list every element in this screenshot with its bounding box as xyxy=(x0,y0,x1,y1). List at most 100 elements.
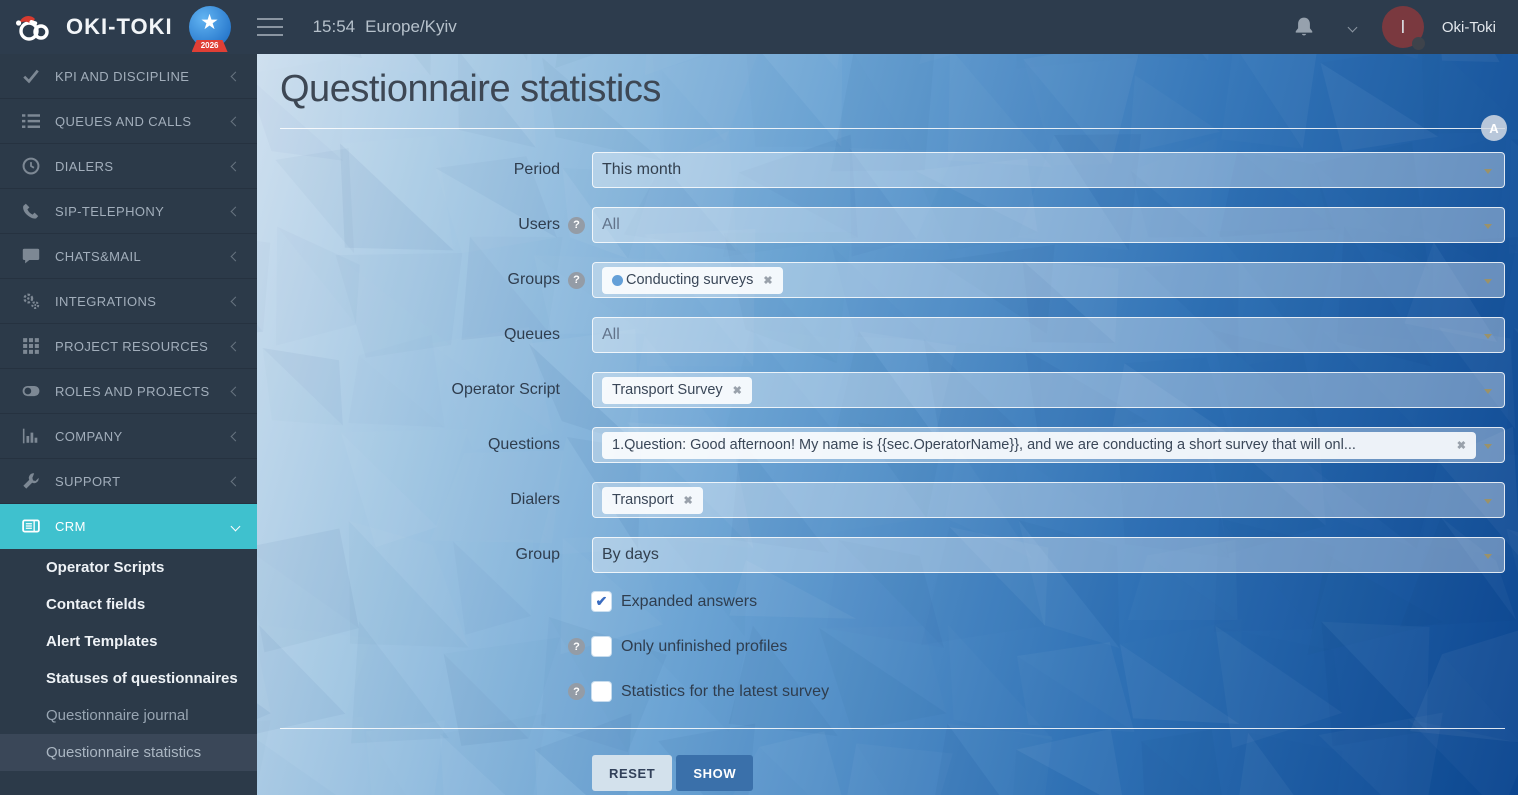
tag-chip[interactable]: Transport✖ xyxy=(602,487,703,514)
sidebar-item-label: INTEGRATIONS xyxy=(55,294,232,309)
sidebar-item-integrations[interactable]: INTEGRATIONS xyxy=(0,279,257,324)
anchor-badge[interactable]: A xyxy=(1481,115,1507,141)
dropdown-caret-icon xyxy=(1484,499,1492,504)
topbar-right: I Oki-Toki xyxy=(1293,6,1496,48)
period-field[interactable]: This month xyxy=(592,152,1505,188)
divider xyxy=(280,728,1505,729)
sidebar-item-label: QUEUES AND CALLS xyxy=(55,114,232,129)
dialers-field[interactable]: Transport✖ xyxy=(592,482,1505,518)
chevron-left-icon xyxy=(231,386,241,396)
sidebar-item-label: CRM xyxy=(55,519,232,534)
sidebar-subitem-contact-fields[interactable]: Contact fields xyxy=(0,586,257,623)
form-row-operator-script: Operator Script Transport Survey✖ xyxy=(280,372,1505,408)
users-field[interactable]: All xyxy=(592,207,1505,243)
sidebar-item-label: PROJECT RESOURCES xyxy=(55,339,232,354)
checkbox-label: Expanded answers xyxy=(621,593,757,611)
checkbox[interactable] xyxy=(592,637,611,656)
groups-field[interactable]: Conducting surveys✖ xyxy=(592,262,1505,298)
sidebar-item-dialers[interactable]: DIALERS xyxy=(0,144,257,189)
sidebar-item-project-resources[interactable]: PROJECT RESOURCES xyxy=(0,324,257,369)
field-label: Period xyxy=(514,161,560,179)
field-value: By days xyxy=(602,546,659,564)
sidebar-subitem-statuses-of-questionnaires[interactable]: Statuses of questionnaires xyxy=(0,660,257,697)
tag-chip[interactable]: 1.Question: Good afternoon! My name is {… xyxy=(602,432,1476,459)
avatar[interactable]: I xyxy=(1382,6,1424,48)
sidebar-item-label: ROLES AND PROJECTS xyxy=(55,384,232,399)
field-label: Dialers xyxy=(510,491,560,509)
reset-button[interactable]: RESET xyxy=(592,755,672,791)
dropdown-caret-icon xyxy=(1484,444,1492,449)
divider: A xyxy=(280,128,1505,129)
page-title: Questionnaire statistics xyxy=(280,64,1505,114)
tag-chip[interactable]: Conducting surveys✖ xyxy=(602,267,783,294)
sidebar-subitem-operator-scripts[interactable]: Operator Scripts xyxy=(0,549,257,586)
tag-chip[interactable]: Transport Survey✖ xyxy=(602,377,752,404)
remove-tag-icon[interactable]: ✖ xyxy=(763,274,772,287)
chevron-left-icon xyxy=(231,476,241,486)
operator-script-field[interactable]: Transport Survey✖ xyxy=(592,372,1505,408)
checkbox-row-statistics-for-the-latest-survey: ?Statistics for the latest survey xyxy=(568,682,1505,701)
dropdown-caret-icon xyxy=(1484,554,1492,559)
field-label: Operator Script xyxy=(452,381,560,399)
sidebar-subitem-questionnaire-journal[interactable]: Questionnaire journal xyxy=(0,697,257,734)
notifications-bell-icon[interactable] xyxy=(1293,16,1315,38)
timezone-label: Europe/Kyiv xyxy=(365,17,457,37)
field-value: All xyxy=(602,216,620,234)
checkbox-row-expanded-answers: ✔ Expanded answers xyxy=(568,592,1505,611)
dropdown-caret-icon xyxy=(1484,389,1492,394)
show-button[interactable]: SHOW xyxy=(676,755,753,791)
sidebar-item-kpi-and-discipline[interactable]: KPI AND DISCIPLINE xyxy=(0,54,257,99)
account-name[interactable]: Oki-Toki xyxy=(1442,19,1496,36)
remove-tag-icon[interactable]: ✖ xyxy=(1457,439,1466,452)
sidebar-subitem-alert-templates[interactable]: Alert Templates xyxy=(0,623,257,660)
menu-toggle-icon[interactable] xyxy=(257,12,283,42)
chevron-left-icon xyxy=(231,71,241,81)
chevron-left-icon xyxy=(231,206,241,216)
sidebar-item-chats-mail[interactable]: CHATS&MAIL xyxy=(0,234,257,279)
checkbox-row-only-unfinished-profiles: ? Only unfinished profiles xyxy=(568,637,1505,656)
button-row: RESET SHOW xyxy=(592,755,1505,791)
sidebar-item-label: CHATS&MAIL xyxy=(55,249,232,264)
toggle-icon xyxy=(22,382,40,400)
sidebar-item-sip-telephony[interactable]: SIP-TELEPHONY xyxy=(0,189,257,234)
brand-logo[interactable]: OKI-TOKI xyxy=(14,12,173,42)
chevron-down-icon[interactable] xyxy=(1347,22,1357,32)
form-row-groups: Groups?Conducting surveys✖ xyxy=(280,262,1505,298)
new-year-globe-badge[interactable]: ★ 2026 xyxy=(189,6,231,48)
dialers-icon xyxy=(22,157,40,175)
help-icon[interactable]: ? xyxy=(568,638,585,655)
form-row-users: Users?All xyxy=(280,207,1505,243)
sidebar-item-crm[interactable]: CRM xyxy=(0,504,257,549)
sidebar-item-roles-and-projects[interactable]: ROLES AND PROJECTS xyxy=(0,369,257,414)
checkbox-group: ✔ Expanded answers? Only unfinished profil… xyxy=(568,592,1505,701)
form-row-dialers: Dialers Transport✖ xyxy=(280,482,1505,518)
checkbox-label: Only unfinished profiles xyxy=(621,638,787,656)
bar-chart-icon xyxy=(22,427,40,445)
checkbox[interactable]: ✔ xyxy=(592,592,611,611)
remove-tag-icon[interactable]: ✖ xyxy=(733,384,742,397)
group-field[interactable]: By days xyxy=(592,537,1505,573)
sidebar-item-queues-and-calls[interactable]: QUEUES AND CALLS xyxy=(0,99,257,144)
help-icon[interactable]: ? xyxy=(568,272,585,289)
dropdown-caret-icon xyxy=(1484,334,1492,339)
field-label: Group xyxy=(516,546,560,564)
help-icon[interactable]: ? xyxy=(568,683,585,700)
sidebar-item-label: SIP-TELEPHONY xyxy=(55,204,232,219)
sidebar-item-company[interactable]: COMPANY xyxy=(0,414,257,459)
chevron-left-icon xyxy=(231,341,241,351)
chevron-left-icon xyxy=(231,161,241,171)
main-content: Questionnaire statistics A Period This mo… xyxy=(257,54,1518,795)
chevron-left-icon xyxy=(231,251,241,261)
gears-icon xyxy=(22,292,40,310)
questions-field[interactable]: 1.Question: Good afternoon! My name is {… xyxy=(592,427,1505,463)
queues-field[interactable]: All xyxy=(592,317,1505,353)
sidebar-subitem-questionnaire-statistics[interactable]: Questionnaire statistics xyxy=(0,734,257,771)
sidebar-item-support[interactable]: SUPPORT xyxy=(0,459,257,504)
help-icon[interactable]: ? xyxy=(568,217,585,234)
top-bar: OKI-TOKI ★ 2026 15:54 Europe/Kyiv I Oki-… xyxy=(0,0,1518,54)
sidebar-item-label: COMPANY xyxy=(55,429,232,444)
sidebar-item-label: SUPPORT xyxy=(55,474,232,489)
remove-tag-icon[interactable]: ✖ xyxy=(684,494,693,507)
filter-form: PeriodThis monthUsers?AllGroups?Conducti… xyxy=(280,152,1505,573)
checkbox[interactable] xyxy=(592,682,611,701)
